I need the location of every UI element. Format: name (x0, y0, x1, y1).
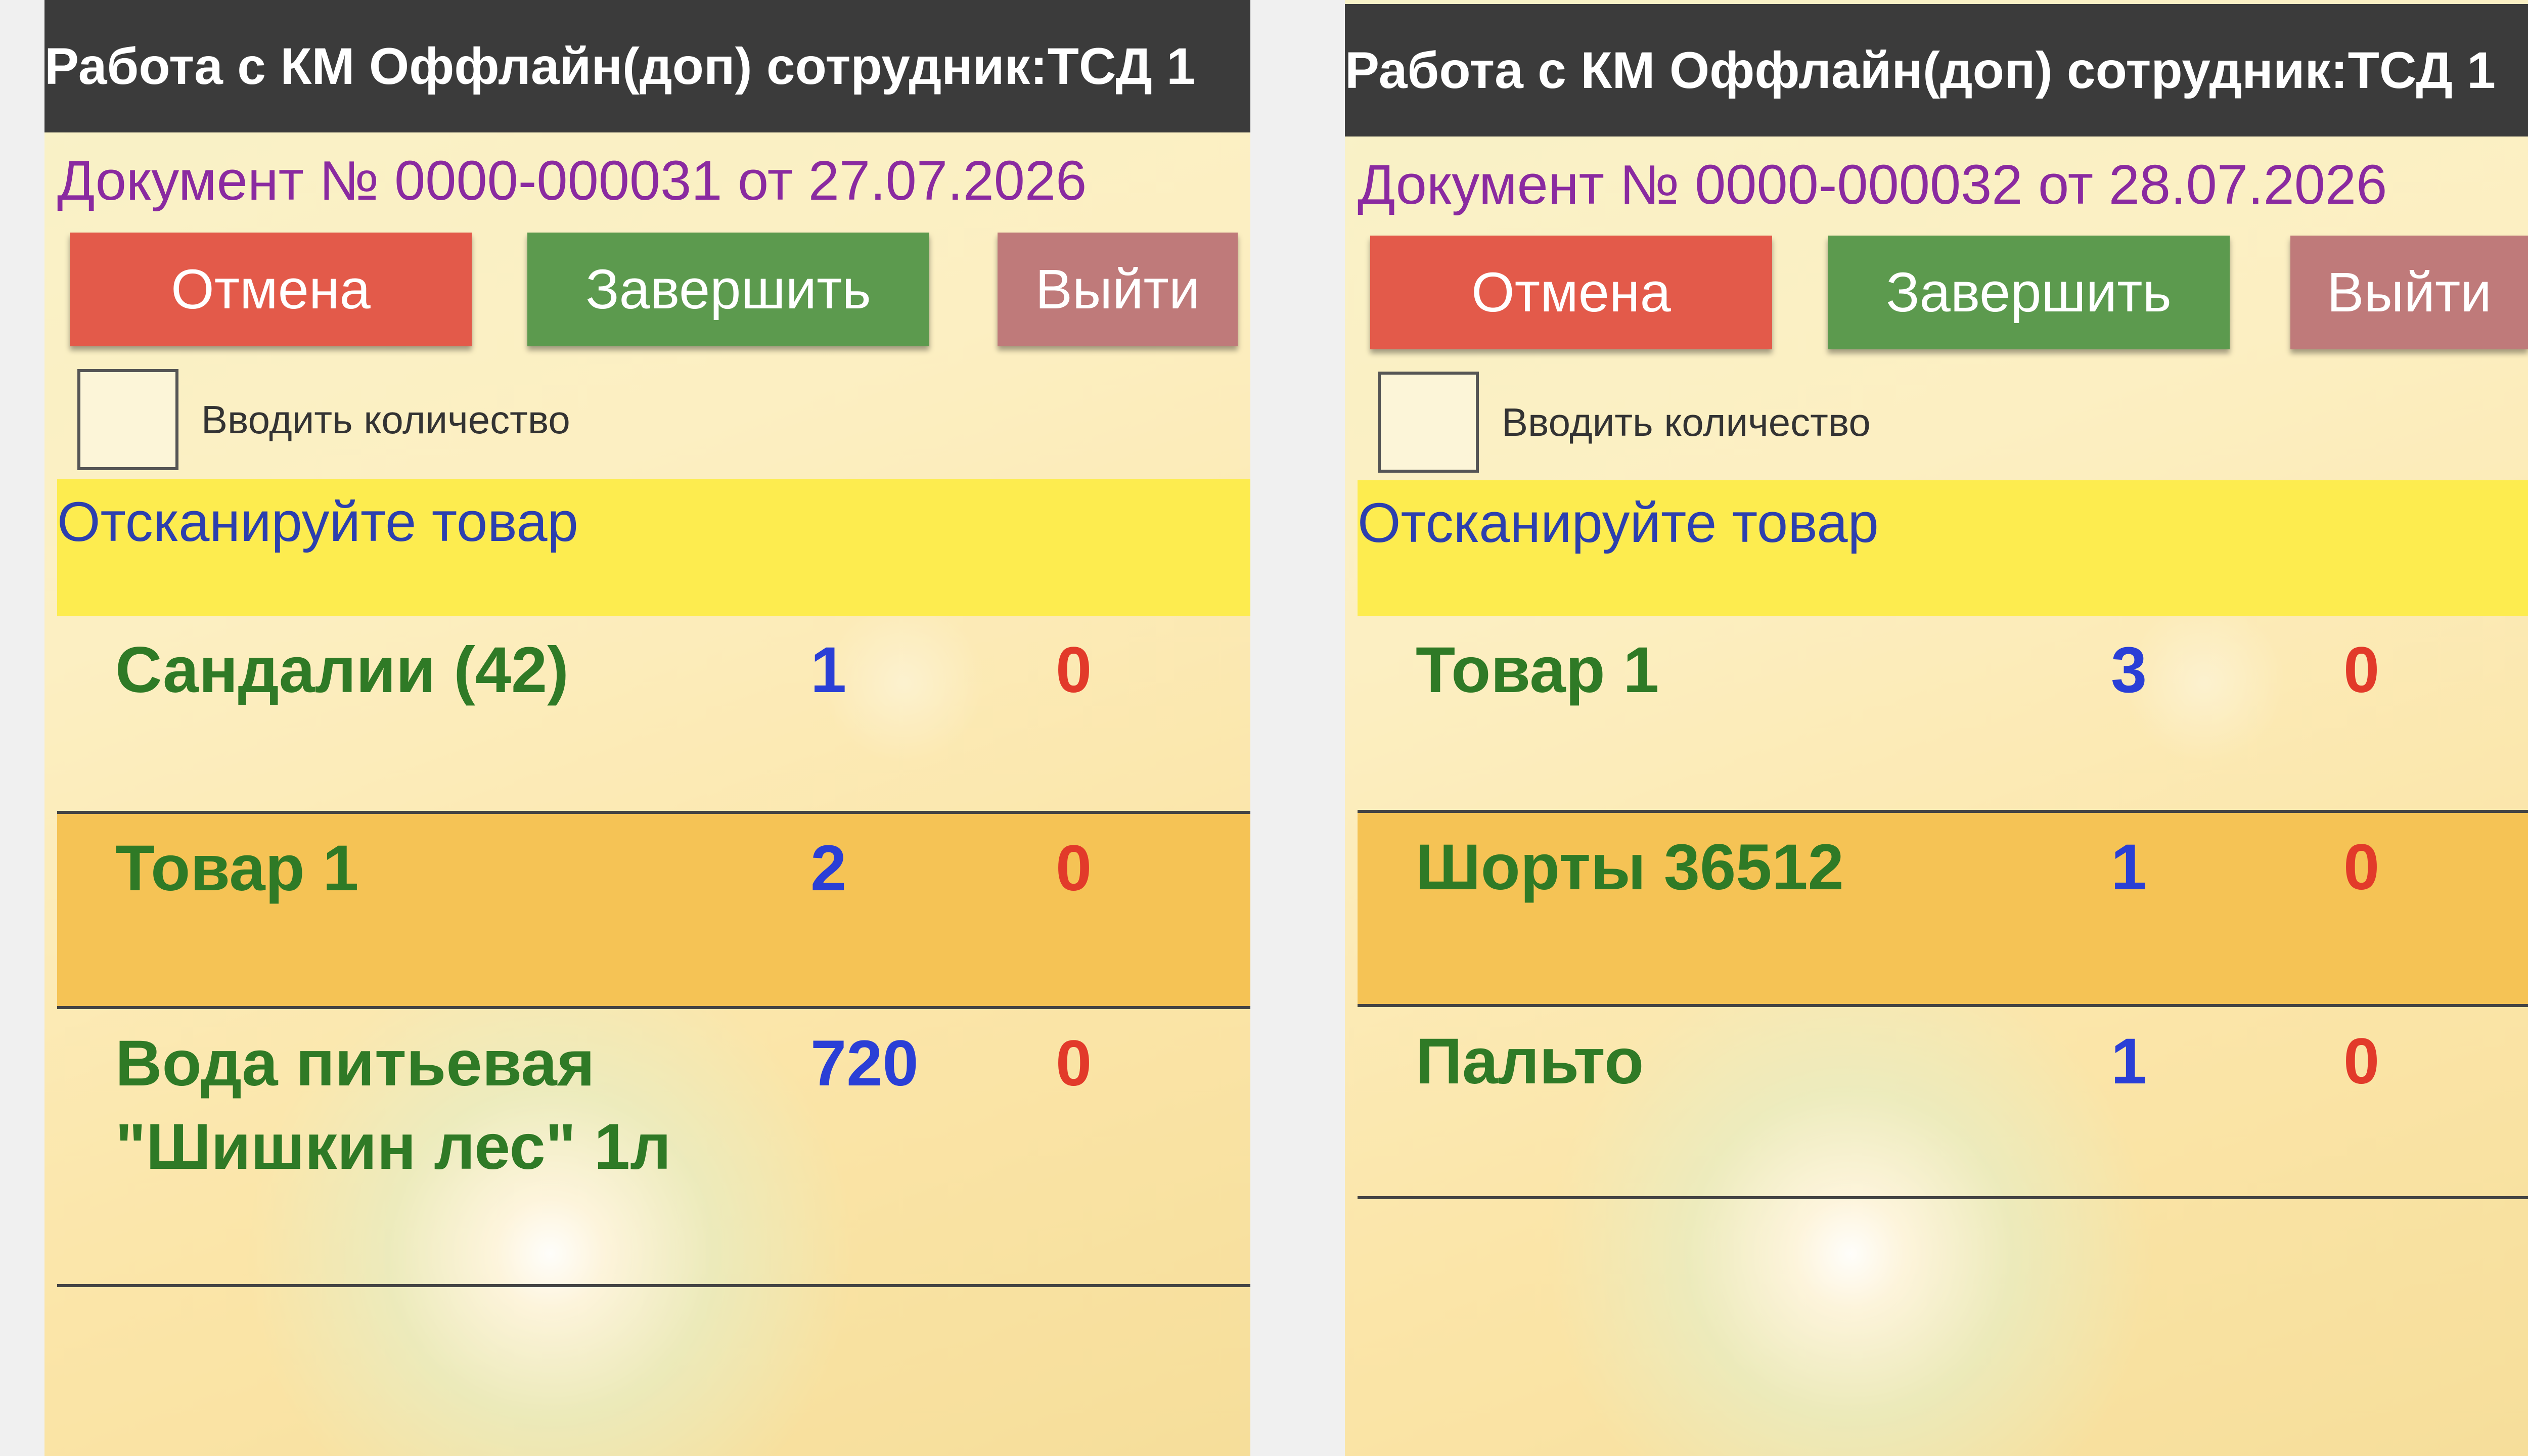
document-number: Документ № 0000-000031 от 27.07.2026 (57, 150, 1087, 212)
item-scanned-count: 0 (2343, 634, 2380, 706)
list-item[interactable]: Шорты 36512 1 0 (1358, 813, 2528, 1007)
finish-button[interactable]: Завершить (1828, 236, 2230, 349)
item-name: Шорты 36512 (1416, 831, 1844, 903)
document-number: Документ № 0000-000032 от 28.07.2026 (1358, 154, 2387, 216)
cancel-button[interactable]: Отмена (70, 233, 472, 346)
item-scanned-count: 0 (1056, 634, 1092, 706)
enter-quantity-checkbox[interactable] (77, 369, 178, 470)
list-item[interactable]: Товар 1 2 0 (57, 814, 1250, 1009)
list-item[interactable]: Пальто 1 0 (1358, 1007, 2528, 1199)
finish-button[interactable]: Завершить (527, 233, 929, 346)
app-title-bar: Работа с КМ Оффлайн(доп) сотрудник:ТСД 1 (44, 0, 1250, 132)
exit-button[interactable]: Выйти (998, 233, 1238, 346)
item-name: Пальто (1416, 1025, 1644, 1098)
scan-prompt: Отсканируйте товар (57, 479, 1250, 616)
item-quantity: 720 (810, 1027, 919, 1100)
tsd-screen-right: Работа с КМ Оффлайн(доп) сотрудник:ТСД 1… (1345, 0, 2528, 1456)
enter-quantity-label: Вводить количество (1502, 400, 1871, 444)
scan-prompt: Отсканируйте товар (1358, 480, 2528, 616)
item-scanned-count: 0 (1056, 832, 1092, 904)
item-quantity: 1 (810, 634, 847, 706)
list-item[interactable]: Сандалии (42) 1 0 (57, 616, 1250, 814)
app-title-bar: Работа с КМ Оффлайн(доп) сотрудник:ТСД 1 (1345, 4, 2528, 136)
item-name: Вода питьевая "Шишкин лес" 1л (115, 1027, 671, 1183)
list-item[interactable]: Вода питьевая "Шишкин лес" 1л 720 0 (57, 1009, 1250, 1287)
item-scanned-count: 0 (2343, 831, 2380, 903)
enter-quantity-checkbox[interactable] (1378, 372, 1479, 473)
item-quantity: 3 (2111, 634, 2147, 706)
item-name: Товар 1 (115, 832, 359, 904)
cancel-button[interactable]: Отмена (1370, 236, 1772, 349)
item-quantity: 1 (2111, 1025, 2147, 1098)
list-item[interactable]: Товар 1 3 0 (1358, 616, 2528, 813)
item-name: Товар 1 (1416, 634, 1659, 706)
item-quantity: 1 (2111, 831, 2147, 903)
item-quantity: 2 (810, 832, 847, 904)
enter-quantity-label: Вводить количество (201, 397, 570, 442)
exit-button[interactable]: Выйти (2290, 236, 2528, 349)
item-scanned-count: 0 (2343, 1025, 2380, 1098)
item-scanned-count: 0 (1056, 1027, 1092, 1100)
tsd-screen-left: Работа с КМ Оффлайн(доп) сотрудник:ТСД 1… (44, 0, 1250, 1456)
item-name: Сандалии (42) (115, 634, 569, 706)
